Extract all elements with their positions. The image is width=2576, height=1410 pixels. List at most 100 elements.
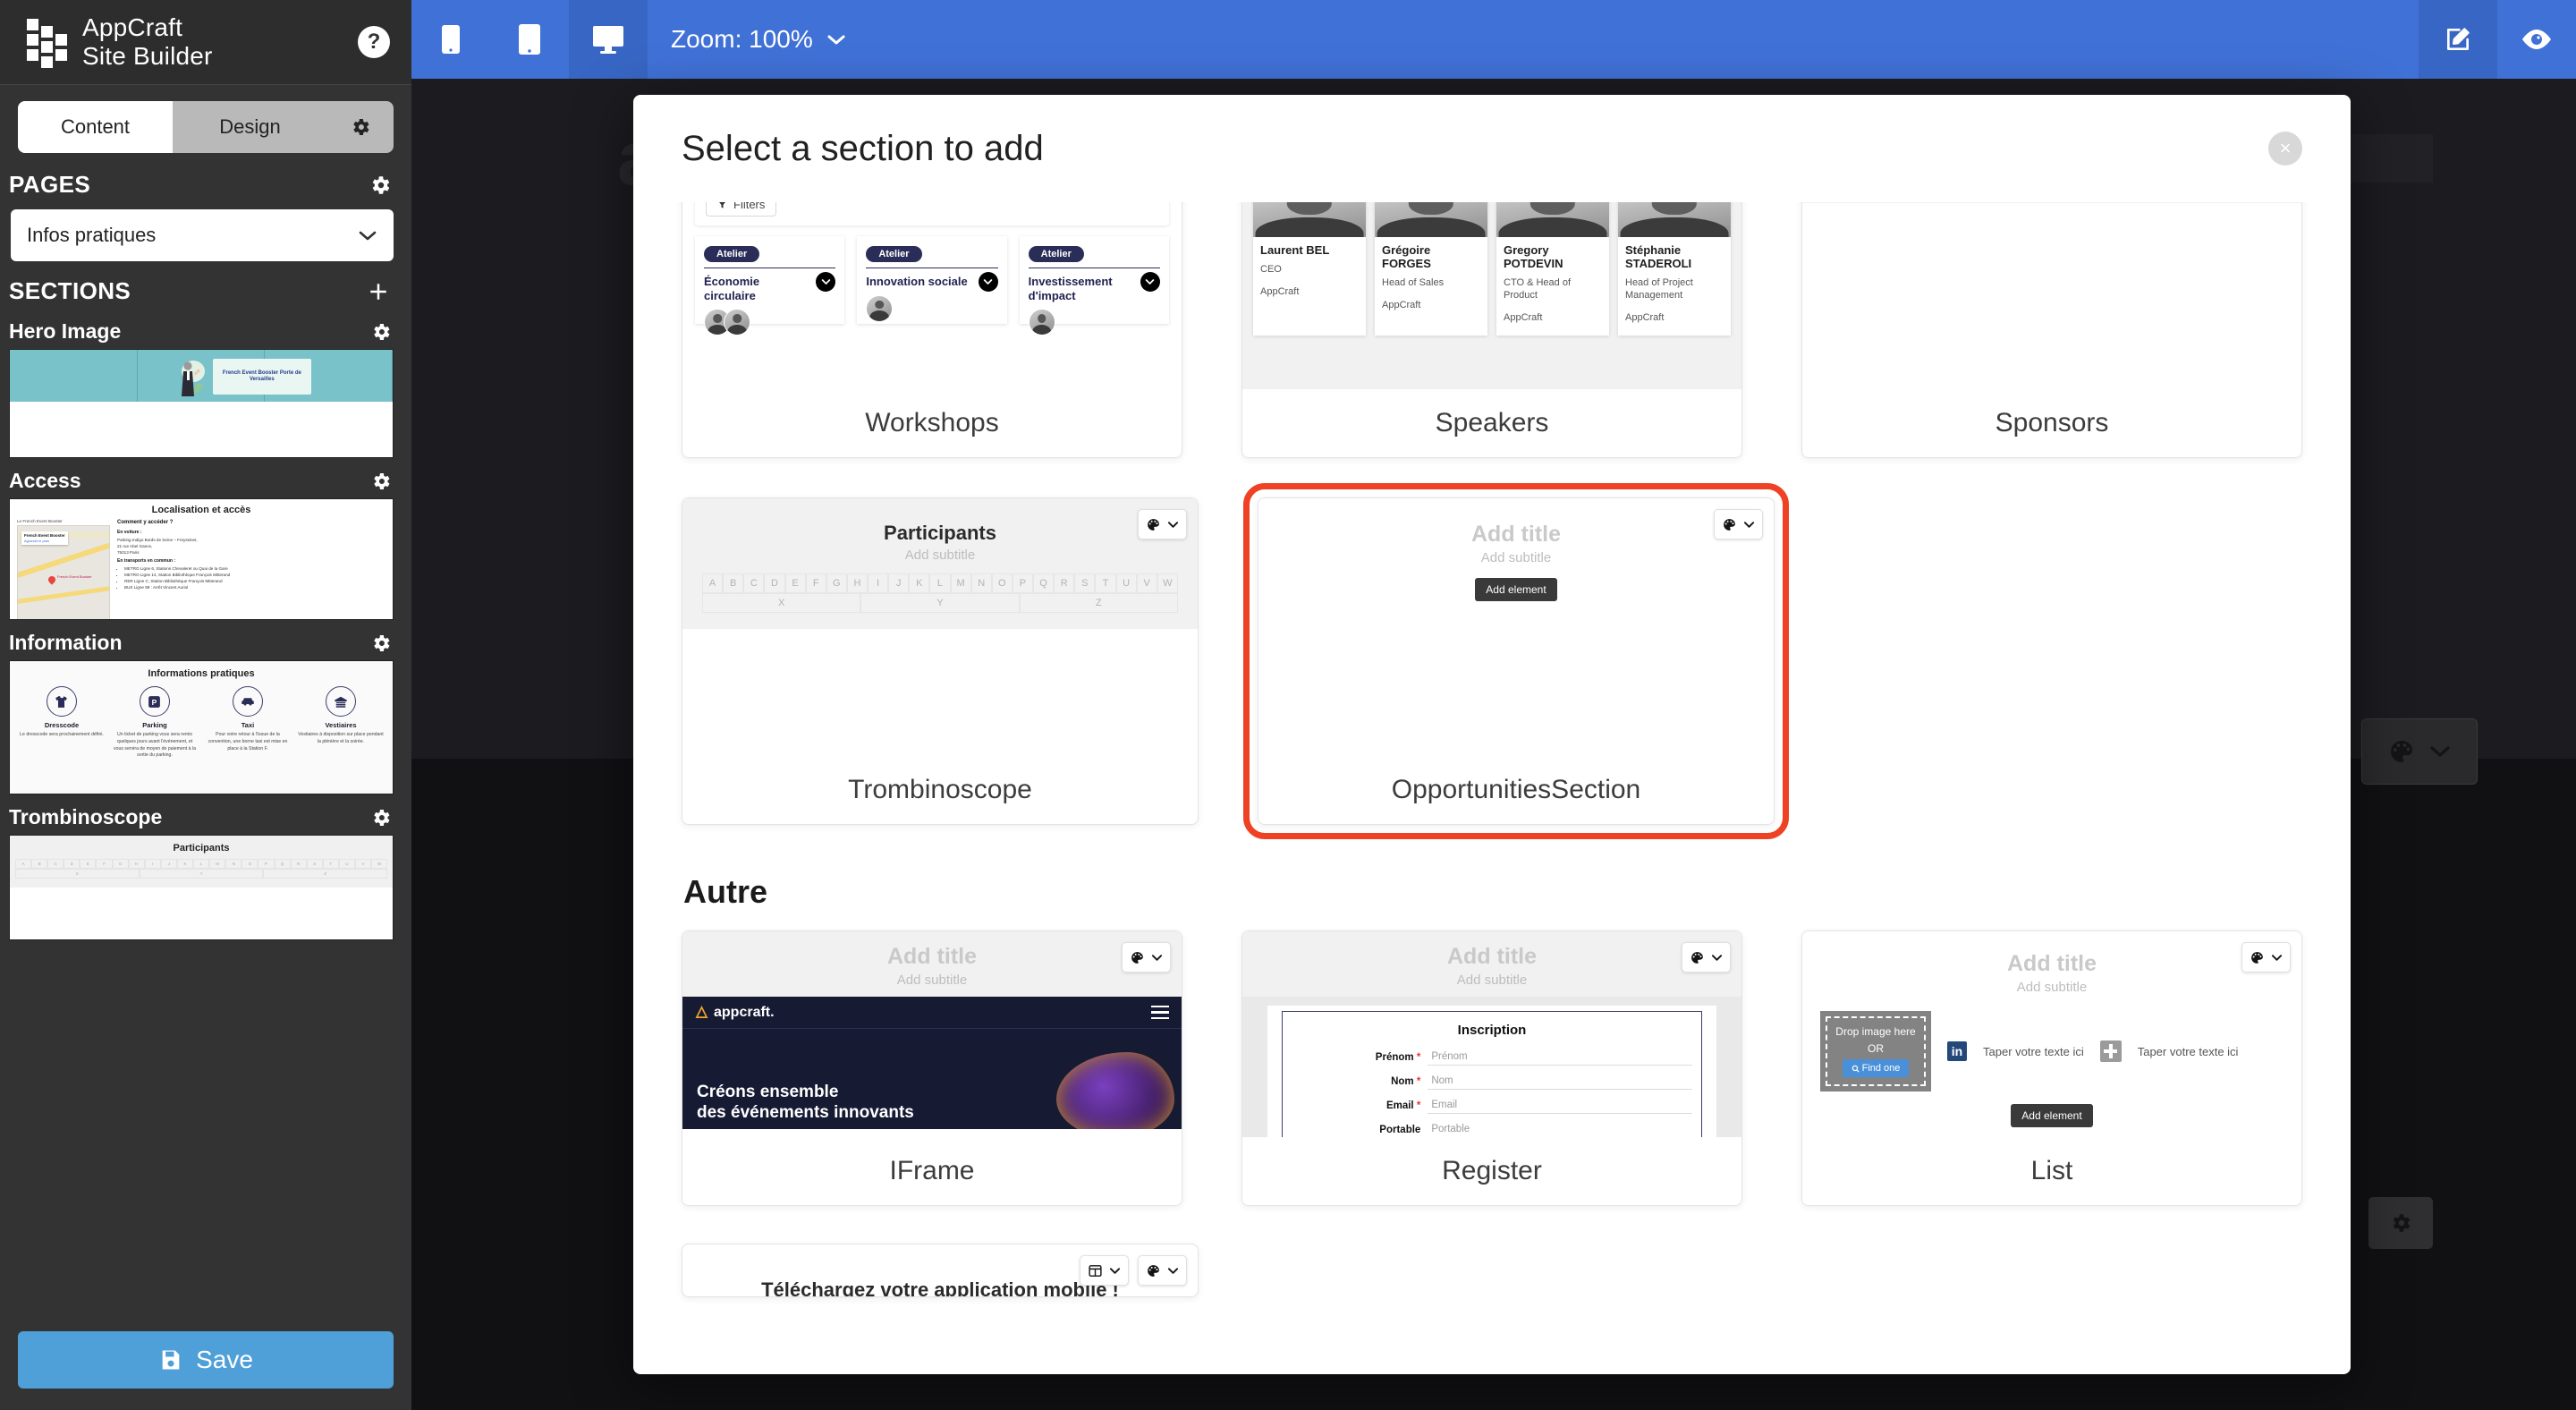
alphabet-letter[interactable]: H [847,573,868,593]
device-desktop-button[interactable] [569,0,648,79]
alphabet-letter[interactable]: M [209,859,225,869]
section-item-access[interactable]: Access Localisation et accès Le French E… [0,467,411,620]
alphabet-letter[interactable]: X [15,869,140,879]
alphabet-letter[interactable]: A [15,859,31,869]
add-element-button[interactable]: Add element [2011,1104,2093,1127]
section-card-register[interactable]: Add title Add subtitle Inscription Préno… [1241,930,1742,1206]
section-item-information[interactable]: Information Informations pratiques Dress… [0,629,411,794]
tab-settings-gear[interactable] [327,101,394,153]
add-element-button[interactable]: Add element [1475,578,1557,601]
palette-button[interactable] [1138,1255,1187,1286]
alphabet-letter[interactable]: G [113,859,129,869]
section-item-trombinoscope[interactable]: Trombinoscope Participants ABCDEFGHIJKLM… [0,803,411,940]
alphabet-letter[interactable]: C [47,859,64,869]
section-card-speakers[interactable]: Speakers Add subtitle Laurent BEL CEO Ap… [1241,202,1742,458]
portable-field[interactable]: Portable [1428,1121,1692,1137]
device-tablet-button[interactable] [490,0,569,79]
alphabet-letter[interactable]: T [1095,573,1115,593]
filters-button[interactable]: Filters [706,202,776,217]
zoom-control[interactable]: Zoom: 100% [648,0,870,79]
tab-design[interactable]: Design [173,101,327,153]
alphabet-letter[interactable]: U [1116,573,1137,593]
alphabet-letter[interactable]: H [129,859,145,869]
sections-list[interactable]: Hero Image [0,309,411,1315]
edit-mode-button[interactable] [2419,0,2497,79]
alphabet-letter[interactable]: W [1157,573,1178,593]
alphabet-filter[interactable]: ABCDEFGHIJKLMNOPQRSTUVWXYZ [15,859,387,879]
alphabet-letter[interactable]: Z [263,869,387,879]
section-card-list[interactable]: Add title Add subtitle Drop image here O… [1801,930,2302,1206]
device-mobile-button[interactable] [411,0,490,79]
map-chip-link[interactable]: Agrandir le plan [24,539,49,543]
add-section-plus-icon[interactable] [365,278,392,305]
alphabet-filter[interactable]: ABCDEFGHIJKLMNOPQRSTUVWXYZ [702,573,1178,613]
pages-settings-gear-icon[interactable] [369,174,392,197]
alphabet-letter[interactable]: T [323,859,339,869]
palette-button[interactable] [1714,509,1763,539]
alphabet-letter[interactable]: P [1013,573,1033,593]
alphabet-letter[interactable]: Y [140,869,264,879]
save-button[interactable]: Save [18,1331,394,1389]
alphabet-letter[interactable]: N [971,573,992,593]
alphabet-letter[interactable]: V [355,859,371,869]
section-card-mobile-app[interactable]: Téléchargez votre application mobile ! [682,1244,1199,1297]
nom-field[interactable]: Nom [1428,1073,1692,1090]
palette-button[interactable] [1138,509,1187,539]
alphabet-letter[interactable]: D [64,859,80,869]
layout-button[interactable] [1080,1255,1129,1286]
alphabet-letter[interactable]: B [31,859,47,869]
alphabet-letter[interactable]: Q [1033,573,1054,593]
plus-icon[interactable] [2100,1041,2122,1062]
alphabet-letter[interactable]: A [702,573,723,593]
section-card-trombinoscope[interactable]: Participants Add subtitle ABCDEFGHIJKLMN… [682,497,1199,825]
alphabet-letter[interactable]: K [909,573,929,593]
alphabet-letter[interactable]: S [307,859,323,869]
section-settings-gear-icon[interactable] [370,471,392,492]
alphabet-letter[interactable]: Y [860,593,1019,613]
alphabet-letter[interactable]: L [193,859,209,869]
find-one-button[interactable]: Find one [1843,1059,1910,1077]
email-field[interactable]: Email [1428,1097,1692,1114]
alphabet-letter[interactable]: X [702,593,860,613]
section-card-sponsors[interactable]: Sponsors Add subtitle Sponsors [1801,202,2302,458]
alphabet-letter[interactable]: G [826,573,847,593]
page-select[interactable]: Infos pratiques [11,209,394,261]
alphabet-letter[interactable]: O [992,573,1013,593]
alphabet-letter[interactable]: R [1054,573,1074,593]
text-placeholder-1[interactable]: Taper votre texte ici [1983,1045,2084,1058]
palette-button[interactable] [1122,942,1171,973]
alphabet-letter[interactable]: F [96,859,112,869]
alphabet-letter[interactable]: D [764,573,784,593]
section-settings-gear-icon[interactable] [370,633,392,654]
alphabet-letter[interactable]: L [929,573,950,593]
alphabet-letter[interactable]: U [339,859,355,869]
section-card-iframe[interactable]: Add title Add subtitle appcraft. [682,930,1182,1206]
alphabet-letter[interactable]: W [371,859,387,869]
alphabet-letter[interactable]: Z [1020,593,1178,613]
alphabet-letter[interactable]: C [743,573,764,593]
alphabet-letter[interactable]: E [80,859,96,869]
alphabet-letter[interactable]: F [806,573,826,593]
palette-button[interactable] [1682,942,1731,973]
alphabet-letter[interactable]: V [1137,573,1157,593]
section-settings-gear-icon[interactable] [370,321,392,343]
alphabet-letter[interactable]: P [258,859,274,869]
alphabet-letter[interactable]: B [723,573,743,593]
section-settings-gear-icon[interactable] [370,807,392,828]
alphabet-letter[interactable]: R [291,859,307,869]
tab-content[interactable]: Content [18,101,173,153]
alphabet-letter[interactable]: I [868,573,888,593]
section-card-opportunitiessection[interactable]: Add title Add subtitle Add element Oppor… [1258,497,1775,825]
alphabet-letter[interactable]: J [888,573,909,593]
prenom-field[interactable]: Prénom [1428,1049,1692,1066]
alphabet-letter[interactable]: K [177,859,193,869]
alphabet-letter[interactable]: I [145,859,161,869]
text-placeholder-2[interactable]: Taper votre texte ici [2138,1045,2239,1058]
alphabet-letter[interactable]: E [785,573,806,593]
palette-button[interactable] [2241,942,2291,973]
canvas-palette-button[interactable] [2361,718,2478,785]
section-card-workshops[interactable]: Workshops Add subtitle Filters [682,202,1182,458]
alphabet-letter[interactable]: S [1074,573,1095,593]
alphabet-letter[interactable]: N [225,859,242,869]
help-icon[interactable]: ? [358,26,390,58]
